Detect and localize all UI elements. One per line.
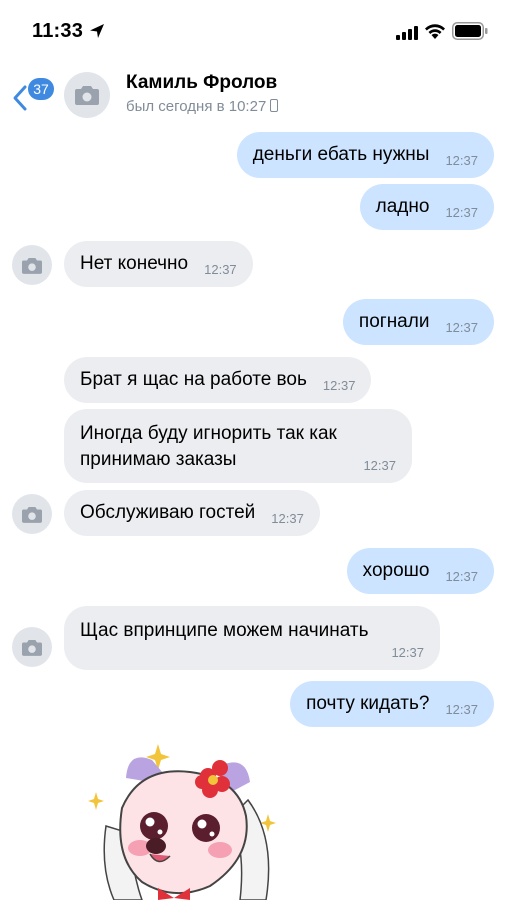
message-text: хорошо <box>362 560 430 581</box>
message-time: 12:37 <box>445 204 478 220</box>
camera-icon <box>22 506 42 523</box>
message-bubble-outgoing[interactable]: почту кидать? 12:37 <box>290 681 494 727</box>
last-seen-text: был сегодня в 10:27 <box>126 98 267 115</box>
message-time: 12:37 <box>363 458 396 473</box>
message-text: почту кидать? <box>306 693 430 714</box>
message-time: 12:37 <box>391 645 424 660</box>
message-bubble-outgoing[interactable]: деньги ебать нужны 12:37 <box>236 132 494 178</box>
message-bubble-incoming[interactable]: Иногда буду игнорить так как принимаю за… <box>64 409 412 483</box>
camera-icon <box>22 257 42 274</box>
message-text: погнали <box>358 311 430 332</box>
status-time: 11:33 <box>32 20 84 42</box>
message-time: 12:37 <box>445 152 478 168</box>
unread-count-badge: 37 <box>28 78 54 100</box>
location-arrow-icon <box>90 24 104 38</box>
message-text: Нет конечно <box>80 253 189 274</box>
message-bubble-incoming[interactable]: Щас впринципе можем начинать 12:37 <box>64 606 440 670</box>
phone-icon <box>270 99 279 112</box>
battery-icon <box>452 22 488 40</box>
message-bubble-incoming[interactable]: Обслуживаю гостей 12:37 <box>64 490 320 536</box>
back-button[interactable]: 37 <box>8 68 54 118</box>
status-bar: 11:33 <box>0 0 510 60</box>
last-seen-status: был сегодня в 10:27 <box>126 98 279 115</box>
chat-header: 37 Камиль Фролов был сегодня в 10:27 <box>0 60 510 130</box>
message-time: 12:37 <box>322 377 356 393</box>
message-bubble-outgoing[interactable]: хорошо 12:37 <box>346 548 494 594</box>
message-bubble-outgoing[interactable]: ладно 12:37 <box>359 184 494 230</box>
cellular-signal-icon <box>396 26 418 40</box>
contact-avatar[interactable] <box>64 72 110 118</box>
message-text: деньги ебать нужны <box>252 144 430 165</box>
camera-icon <box>75 86 99 105</box>
message-bubble-outgoing[interactable]: погнали 12:37 <box>342 299 494 345</box>
message-text: Иногда буду игнорить так как принимаю за… <box>80 423 337 470</box>
sticker-message[interactable] <box>70 738 290 900</box>
back-arrow-icon <box>13 85 27 111</box>
cute-fox-sticker-icon <box>88 744 276 900</box>
wifi-icon <box>425 24 445 39</box>
message-time: 12:37 <box>271 510 304 526</box>
message-list[interactable]: деньги ебать нужны 12:37 ладно 12:37 Нет… <box>0 130 510 750</box>
message-bubble-incoming[interactable]: Нет конечно 12:37 <box>64 241 253 287</box>
sender-avatar[interactable] <box>12 245 52 285</box>
sender-avatar[interactable] <box>12 627 52 667</box>
message-time: 12:37 <box>204 261 237 277</box>
message-text: Обслуживаю гостей <box>80 502 256 523</box>
contact-name[interactable]: Камиль Фролов <box>126 72 277 94</box>
sender-avatar[interactable] <box>12 494 52 534</box>
camera-icon <box>22 639 42 656</box>
message-text: Щас впринципе можем начинать <box>80 620 369 641</box>
message-time: 12:37 <box>445 319 478 335</box>
message-time: 12:37 <box>445 568 478 584</box>
message-time: 12:37 <box>445 701 478 717</box>
message-text: ладно <box>375 196 430 217</box>
message-text: Брат я щас на работе воь <box>80 369 307 390</box>
message-bubble-incoming[interactable]: Брат я щас на работе воь 12:37 <box>64 357 372 403</box>
